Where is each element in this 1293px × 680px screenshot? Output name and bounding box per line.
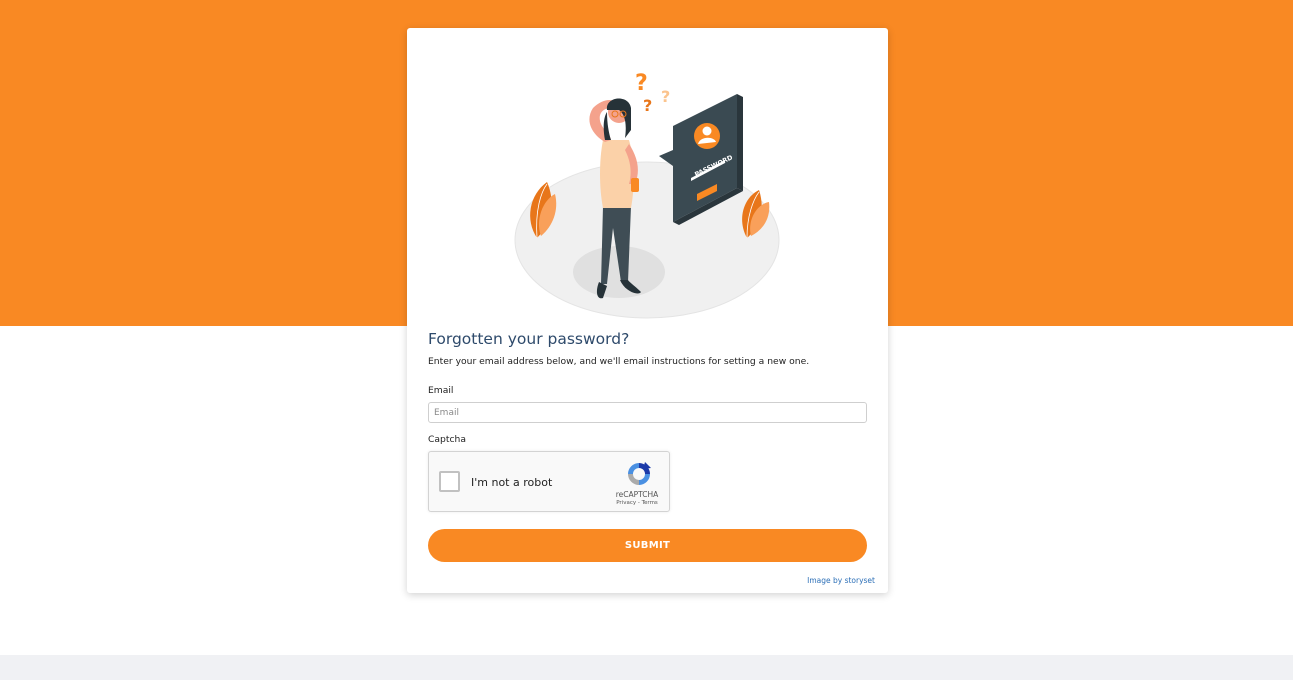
forgotten-password-illustration: PASSWORD ? ? ? <box>514 71 780 319</box>
recaptcha-logo-icon <box>628 462 651 485</box>
recaptcha-privacy-link[interactable]: Privacy <box>616 500 636 506</box>
recaptcha-checkbox[interactable] <box>439 471 460 492</box>
recaptcha-brand: reCAPTCHA <box>615 490 659 499</box>
submit-button[interactable]: SUBMIT <box>428 529 867 562</box>
captcha-label: Captcha <box>428 434 466 445</box>
question-mark-small: ? <box>643 96 652 115</box>
footer-band <box>0 655 1293 680</box>
password-reset-card: PASSWORD ? ? ? Forgotten your password? … <box>407 28 888 593</box>
phone-icon <box>631 178 639 192</box>
recaptcha-widget: I'm not a robot reCAPTCHA Privacy - Term… <box>428 451 670 512</box>
recaptcha-terms-link[interactable]: Terms <box>642 500 658 506</box>
email-input[interactable] <box>428 402 867 423</box>
recaptcha-label: I'm not a robot <box>471 476 553 489</box>
image-credit-link[interactable]: Image by storyset <box>807 576 875 585</box>
page-title: Forgotten your password? <box>428 330 630 348</box>
recaptcha-links: Privacy - Terms <box>609 500 665 506</box>
page-subtitle: Enter your email address below, and we'l… <box>428 356 810 367</box>
question-mark-faded: ? <box>661 87 670 106</box>
question-mark-large: ? <box>635 71 648 96</box>
page: PASSWORD ? ? ? Forgotten your password? … <box>0 0 1293 680</box>
email-label: Email <box>428 385 454 396</box>
